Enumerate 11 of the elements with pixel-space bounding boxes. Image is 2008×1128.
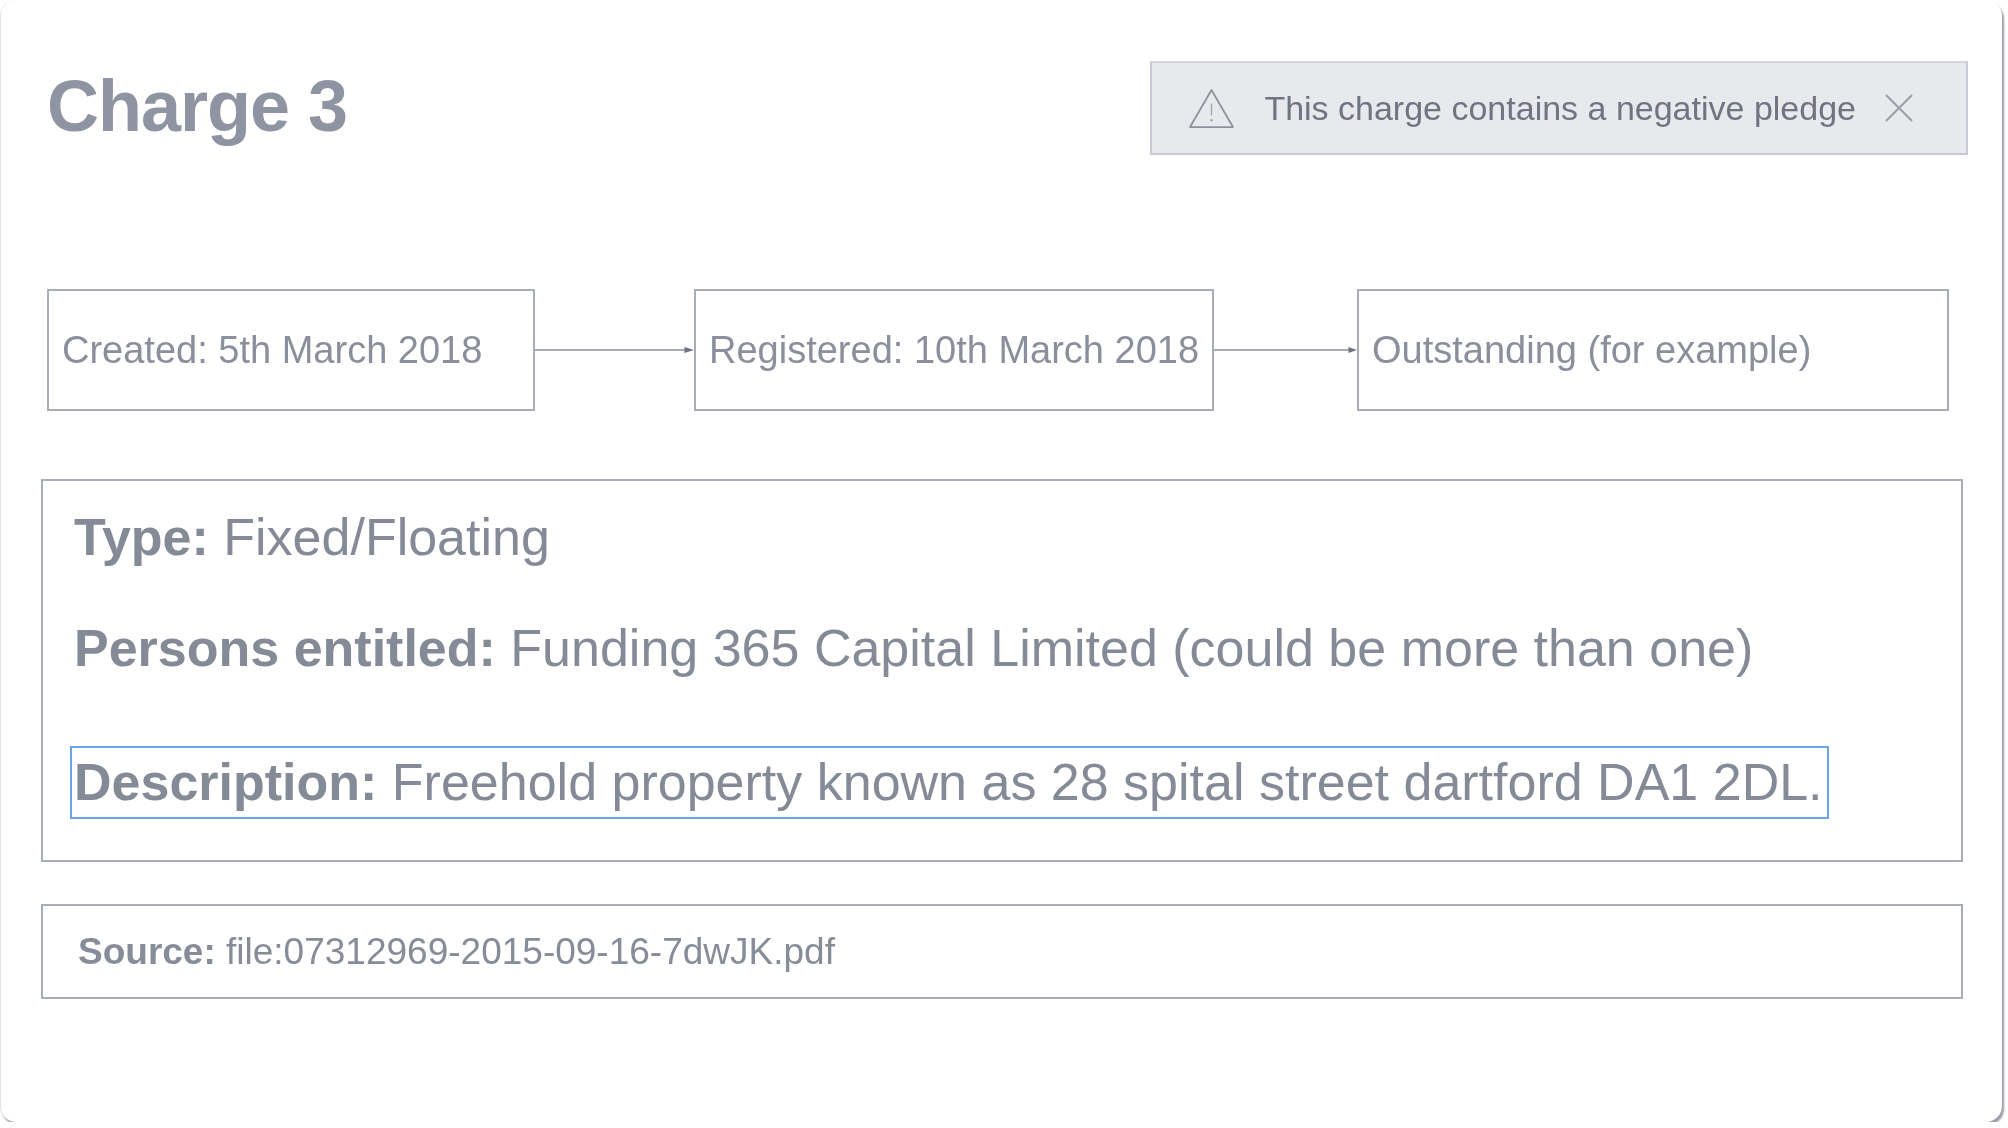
detail-text: Type: Fixed/Floating xyxy=(73,507,551,568)
detail-text: Persons entitled: Funding 365 Capital Limited (could be more than one) xyxy=(73,618,1755,679)
detail-text: Description: Freehold property known as 28 spital street dartford DA1 2DL. xyxy=(70,746,1829,819)
alert-message: This charge contains a negative pledge xyxy=(1264,88,1856,128)
timeline-step: Created: 5th March 2018 xyxy=(47,289,535,411)
timeline-step: Outstanding (for example) xyxy=(1357,289,1949,411)
source-text: Source: file:07312969-2015-09-16-7dwJK.pdf xyxy=(78,930,835,973)
close-button[interactable] xyxy=(1885,94,1913,122)
timeline-step: Registered: 10th March 2018 xyxy=(694,289,1214,411)
close-icon xyxy=(1885,94,1913,122)
warning-icon xyxy=(1188,87,1236,129)
